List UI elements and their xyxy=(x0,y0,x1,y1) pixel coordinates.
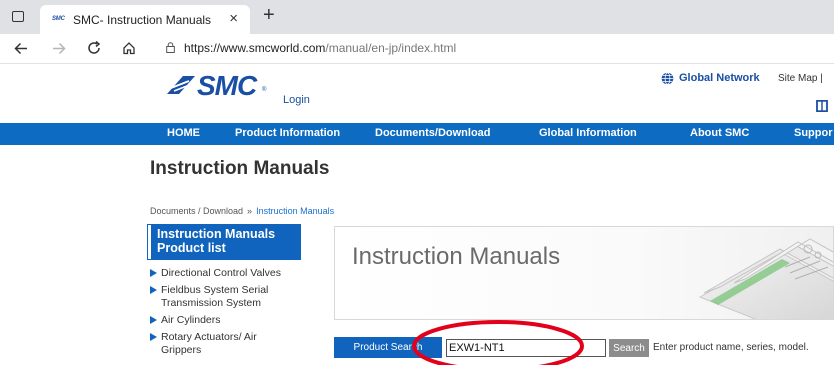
book-icon[interactable] xyxy=(816,100,828,112)
home-icon[interactable] xyxy=(122,41,136,55)
product-search-label: Product Search xyxy=(334,337,442,358)
nav-support[interactable]: Suppor xyxy=(794,127,833,139)
manual-booklets-image xyxy=(698,238,833,319)
nav-product-information[interactable]: Product Information xyxy=(235,127,340,139)
address-bar[interactable]: https://www.smcworld.com/manual/en-jp/in… xyxy=(184,41,456,55)
nav-about-smc[interactable]: About SMC xyxy=(690,127,749,139)
sidebar-heading-line2: Product list xyxy=(157,241,226,255)
smc-favicon-icon: SMC xyxy=(52,16,65,22)
sidebar-item-fieldbus-system[interactable]: Fieldbus System Serial Transmission Syst… xyxy=(150,284,290,310)
browser-tab-bar: SMC SMC- Instruction Manuals × + xyxy=(0,0,834,34)
page-title: Instruction Manuals xyxy=(150,158,330,179)
product-search-input[interactable] xyxy=(446,339,606,357)
tab-title: SMC- Instruction Manuals xyxy=(73,13,212,27)
reload-icon[interactable] xyxy=(87,41,101,55)
url-path: /manual/en-jp/index.html xyxy=(325,41,457,55)
browser-toolbar: https://www.smcworld.com/manual/en-jp/in… xyxy=(0,34,834,64)
login-link[interactable]: Login xyxy=(283,94,310,106)
smc-logo[interactable]: SMC ® xyxy=(165,70,267,101)
globe-icon xyxy=(661,72,674,85)
close-icon[interactable]: × xyxy=(229,10,238,27)
sidebar-item-rotary-actuators[interactable]: Rotary Actuators/ Air Grippers xyxy=(150,331,260,357)
nav-home[interactable]: HOME xyxy=(167,127,200,139)
global-network-link[interactable]: Global Network xyxy=(679,72,760,84)
breadcrumb-instruction-manuals[interactable]: Instruction Manuals xyxy=(256,206,334,216)
breadcrumb: Documents / Download » Instruction Manuals xyxy=(150,206,334,216)
search-hint: Enter product name, series, model. xyxy=(653,342,809,353)
window-icon[interactable] xyxy=(12,11,24,22)
main-navigation: HOME Product Information Documents/Downl… xyxy=(0,123,834,145)
browser-tab[interactable]: SMC SMC- Instruction Manuals × xyxy=(40,5,250,34)
sidebar-heading: Instruction Manuals Product list xyxy=(147,224,301,260)
nav-documents-download[interactable]: Documents/Download xyxy=(375,127,491,139)
smc-swoosh-icon xyxy=(167,76,195,94)
sidebar-heading-line1: Instruction Manuals xyxy=(157,227,276,241)
registered-mark: ® xyxy=(262,87,267,93)
breadcrumb-documents-download[interactable]: Documents / Download xyxy=(150,206,243,216)
search-button[interactable]: Search xyxy=(609,339,649,357)
url-host: https://www.smcworld.com xyxy=(184,41,326,55)
sidebar-item-air-cylinders[interactable]: Air Cylinders xyxy=(150,314,310,327)
logo-text: SMC xyxy=(197,70,257,101)
back-icon[interactable] xyxy=(14,42,28,55)
sidebar-item-directional-control-valves[interactable]: Directional Control Valves xyxy=(150,267,310,280)
lock-icon[interactable] xyxy=(166,42,175,53)
product-category-list: Directional Control Valves Fieldbus Syst… xyxy=(150,267,310,361)
breadcrumb-separator: » xyxy=(247,206,253,216)
banner-title: Instruction Manuals xyxy=(352,243,561,270)
new-tab-icon[interactable]: + xyxy=(263,4,275,27)
nav-global-information[interactable]: Global Information xyxy=(539,127,637,139)
site-map-link[interactable]: Site Map | xyxy=(778,73,823,84)
forward-icon[interactable] xyxy=(52,42,66,55)
instruction-manuals-banner: Instruction Manuals xyxy=(334,226,834,320)
